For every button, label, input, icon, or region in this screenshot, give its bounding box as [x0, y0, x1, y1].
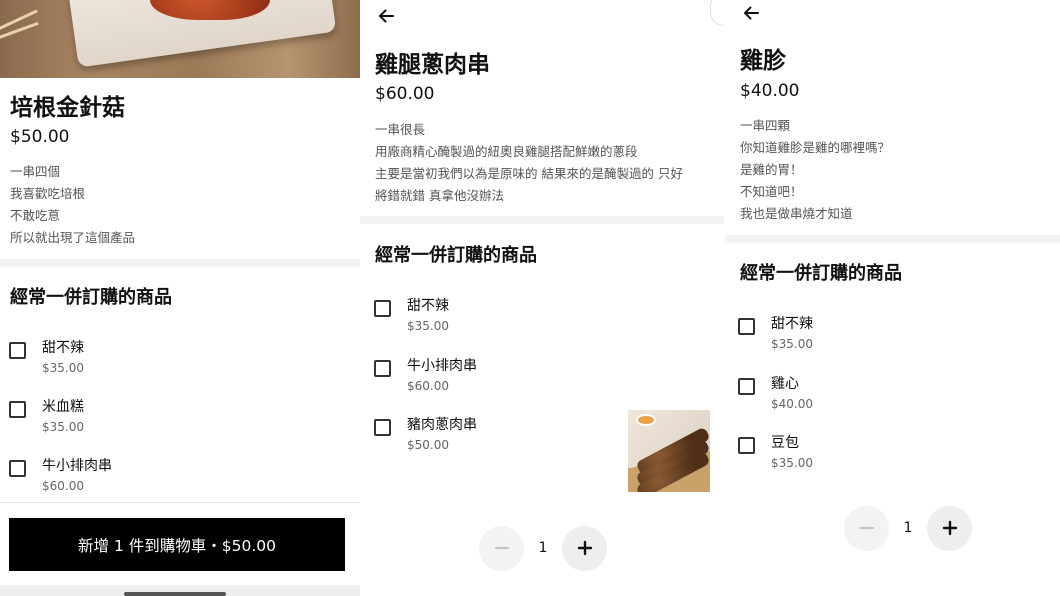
list-item[interactable]: 雞心 $40.00 [738, 373, 1060, 419]
description-line: 不知道吧！ [740, 184, 803, 199]
item-name: 豬肉蔥肉串 [407, 417, 477, 433]
description-line: 一串很長 [375, 122, 426, 137]
section-title-frequently-ordered: 經常一併訂購的商品 [740, 263, 902, 284]
product-description: 一串很長 用廠商精心醃製過的紐奧良雞腿搭配鮮嫩的蔥段 主要是當初我們以為是原味的… [375, 119, 683, 207]
item-name: 牛小排肉串 [42, 458, 112, 474]
item-price: $50.00 [407, 438, 449, 452]
product-description: 一串四顆 你知道雞胗是雞的哪裡嗎？ 是雞的胃！ 不知道吧！ 我也是做串燒才知道 [740, 115, 890, 225]
cut-off-footer-text [739, 586, 1050, 596]
quantity-stepper: 1 [844, 505, 972, 551]
section-title-frequently-ordered: 經常一併訂購的商品 [10, 287, 172, 308]
item-price: $35.00 [42, 420, 84, 434]
item-price: $35.00 [42, 361, 84, 375]
item-thumbnail-image [628, 410, 710, 492]
home-indicator[interactable] [124, 592, 226, 596]
item-name: 甜不辣 [407, 298, 449, 314]
quantity-stepper: 1 [479, 525, 607, 571]
item-price: $40.00 [771, 397, 813, 411]
product-title: 雞胗 [740, 48, 786, 74]
item-price: $35.00 [771, 337, 813, 351]
description-line: 我喜歡吃培根 [10, 186, 86, 201]
product-panel-bacon-enoki: 培根金針菇 $50.00 一串四個 我喜歡吃培根 不敢吃蒠 所以就出現了這個產品… [0, 0, 360, 596]
footer-separator [0, 502, 360, 503]
quantity-value: 1 [903, 520, 913, 536]
description-line: 我也是做串燒才知道 [740, 206, 853, 221]
item-price: $60.00 [407, 379, 449, 393]
description-line: 主要是當初我們以為是原味的 結果來的是醃製過的 只好 [375, 166, 683, 181]
list-item[interactable]: 甜不辣 $35.00 [9, 337, 360, 383]
minus-icon [494, 546, 509, 550]
section-title-frequently-ordered: 經常一併訂購的商品 [375, 245, 537, 266]
arrow-left-icon [744, 6, 759, 20]
item-name: 米血糕 [42, 399, 84, 415]
product-title: 培根金針菇 [10, 95, 125, 121]
increase-quantity-button[interactable] [562, 525, 607, 571]
back-button[interactable] [373, 3, 399, 29]
decrease-quantity-button[interactable] [479, 525, 524, 571]
back-button[interactable] [738, 0, 764, 26]
section-divider [360, 216, 724, 224]
product-hero-image [0, 0, 360, 78]
description-line: 一串四顆 [740, 118, 791, 133]
item-price: $60.00 [42, 479, 84, 493]
description-line: 是雞的胃！ [740, 162, 803, 177]
minus-icon [859, 526, 874, 530]
decrease-quantity-button[interactable] [844, 505, 889, 551]
item-name: 牛小排肉串 [407, 358, 477, 374]
description-line: 你知道雞胗是雞的哪裡嗎？ [740, 140, 891, 155]
checkbox-unchecked-icon[interactable] [9, 342, 26, 359]
item-name: 雞心 [771, 376, 799, 392]
product-price: $50.00 [10, 127, 70, 147]
scroll-edge [710, 0, 724, 26]
checkbox-unchecked-icon[interactable] [374, 360, 391, 377]
section-divider [0, 259, 360, 267]
increase-quantity-button[interactable] [927, 505, 972, 551]
product-panel-chicken-gizzard: 雞胗 $40.00 一串四顆 你知道雞胗是雞的哪裡嗎？ 是雞的胃！ 不知道吧！ … [725, 0, 1060, 596]
item-name: 豆包 [771, 435, 799, 451]
product-panel-chicken-leg-scallion: 雞腿蔥肉串 $60.00 一串很長 用廠商精心醃製過的紐奧良雞腿搭配鮮嫩的蔥段 … [360, 0, 724, 596]
description-line: 一串四個 [10, 164, 61, 179]
checkbox-unchecked-icon[interactable] [9, 401, 26, 418]
product-description: 一串四個 我喜歡吃培根 不敢吃蒠 所以就出現了這個產品 [10, 161, 135, 249]
description-line: 不敢吃蒠 [10, 208, 61, 223]
description-line: 將錯就錯 真拿他沒辦法 [375, 188, 504, 203]
section-divider [725, 235, 1060, 243]
checkbox-unchecked-icon[interactable] [374, 300, 391, 317]
item-name: 甜不辣 [42, 340, 84, 356]
checkbox-unchecked-icon[interactable] [9, 460, 26, 477]
description-line: 所以就出現了這個產品 [10, 230, 136, 245]
checkbox-unchecked-icon[interactable] [738, 318, 755, 335]
list-item[interactable]: 豆包 $35.00 [738, 432, 1060, 478]
list-item[interactable]: 甜不辣 $35.00 [374, 295, 724, 341]
list-item[interactable]: 米血糕 $35.00 [9, 396, 360, 442]
quantity-value: 1 [538, 540, 548, 556]
checkbox-unchecked-icon[interactable] [374, 419, 391, 436]
add-to-cart-button[interactable]: 新增 1 件到購物車・$50.00 [9, 518, 345, 571]
list-item[interactable]: 牛小排肉串 $60.00 [9, 455, 360, 501]
plus-icon [577, 540, 592, 556]
checkbox-unchecked-icon[interactable] [738, 437, 755, 454]
item-price: $35.00 [407, 319, 449, 333]
item-price: $35.00 [771, 456, 813, 470]
arrow-left-icon [379, 9, 394, 23]
checkbox-unchecked-icon[interactable] [738, 378, 755, 395]
description-line: 用廠商精心醃製過的紐奧良雞腿搭配鮮嫩的蔥段 [375, 144, 638, 159]
list-item[interactable]: 甜不辣 $35.00 [738, 313, 1060, 359]
product-title: 雞腿蔥肉串 [375, 52, 490, 78]
list-item[interactable]: 牛小排肉串 $60.00 [374, 355, 724, 401]
product-price: $60.00 [375, 84, 435, 104]
item-name: 甜不辣 [771, 316, 813, 332]
product-price: $40.00 [740, 81, 800, 101]
plus-icon [942, 520, 957, 536]
